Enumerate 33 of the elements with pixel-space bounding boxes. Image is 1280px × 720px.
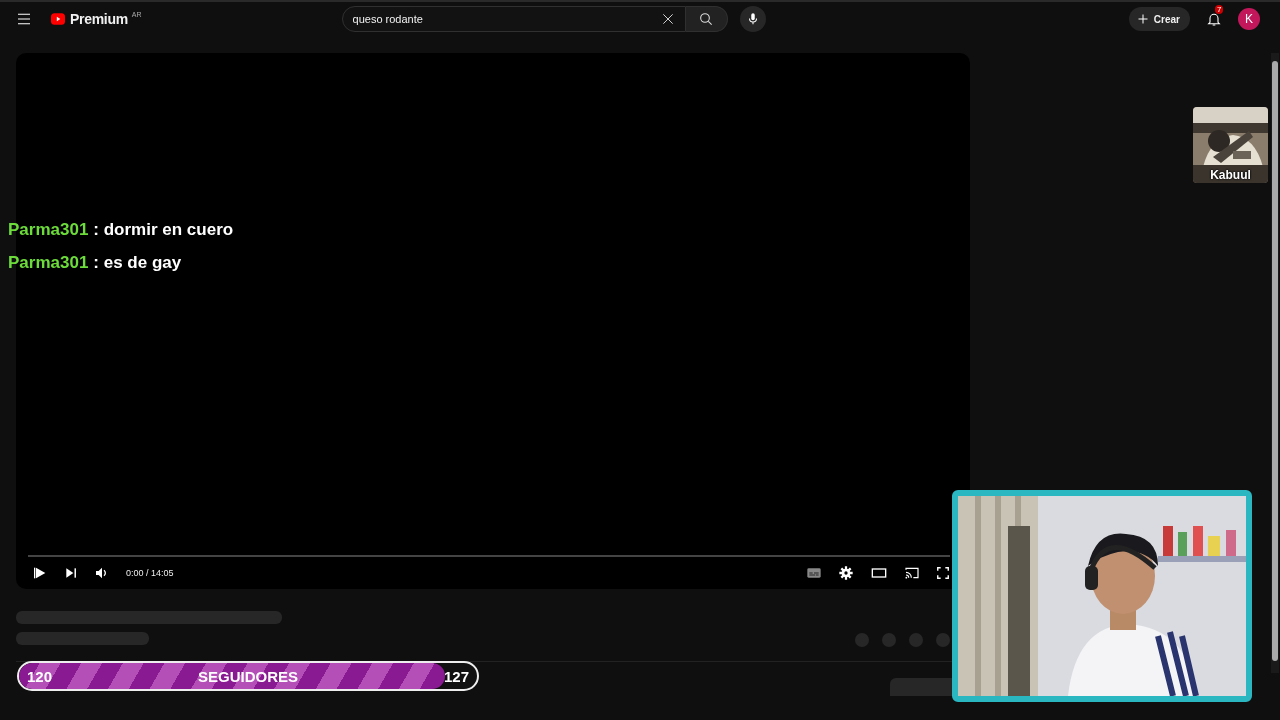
search-icon	[698, 11, 715, 27]
play-logo-icon	[48, 12, 68, 26]
chat-message: : es de gay	[93, 252, 182, 274]
time-display: 0:00 / 14:05	[126, 568, 174, 578]
theater-mode-icon[interactable]	[870, 565, 888, 581]
logo-text: Premium	[70, 11, 128, 27]
cast-icon[interactable]	[904, 565, 920, 581]
plus-icon	[1136, 13, 1149, 25]
fullscreen-icon[interactable]	[936, 566, 950, 580]
create-button[interactable]: Crear	[1128, 7, 1190, 31]
menu-icon[interactable]	[16, 11, 32, 27]
search-button[interactable]	[685, 6, 728, 32]
scroll-thumb[interactable]	[1272, 61, 1278, 661]
button-placeholder	[855, 633, 869, 647]
search-field[interactable]: queso rodante	[341, 6, 686, 32]
subtitles-icon[interactable]	[806, 565, 822, 581]
chat-username: Parma301	[8, 219, 89, 241]
notification-count: 7	[1215, 5, 1224, 14]
button-placeholder	[936, 633, 950, 647]
button-placeholder	[882, 633, 896, 647]
scrollbar[interactable]	[1271, 53, 1279, 673]
account-avatar[interactable]: K	[1238, 8, 1260, 30]
goal-end: 127	[443, 667, 469, 685]
settings-icon[interactable]	[838, 565, 854, 581]
voice-search-button[interactable]	[739, 6, 766, 32]
bell-icon[interactable]	[1206, 11, 1222, 27]
chat-username: Parma301	[8, 252, 89, 274]
button-placeholder	[909, 633, 923, 647]
streamer-name: Kabuul	[1209, 168, 1252, 182]
goal-label: SEGUIDORES	[198, 667, 298, 685]
goal-start: 120	[27, 667, 53, 685]
next-icon[interactable]	[64, 566, 78, 580]
chat-message: : dormir en cuero	[93, 219, 234, 241]
